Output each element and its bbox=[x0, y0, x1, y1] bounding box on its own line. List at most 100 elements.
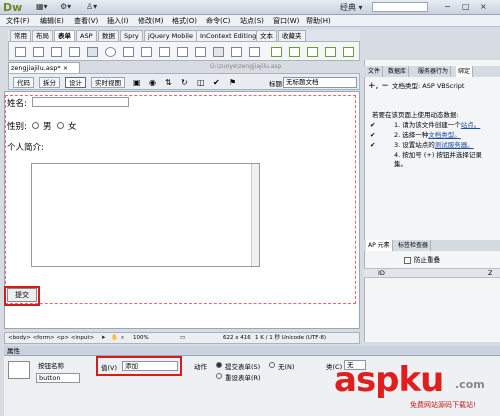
form-icon[interactable] bbox=[15, 47, 26, 57]
add-plus-icon[interactable]: +, − bbox=[368, 81, 389, 91]
spry-select-icon[interactable] bbox=[325, 47, 336, 57]
prevent-overlap-checkbox[interactable] bbox=[404, 257, 411, 264]
multiscreen-icon[interactable]: ▣ bbox=[133, 78, 141, 87]
menu-file[interactable]: 文件(F) bbox=[6, 16, 30, 26]
properties-header[interactable]: 属性 bbox=[4, 346, 500, 356]
tab-bindings[interactable]: 绑定 bbox=[456, 66, 474, 77]
value-input[interactable]: 添加 bbox=[122, 361, 178, 371]
button-name-input[interactable]: button bbox=[36, 373, 80, 383]
menu-format[interactable]: 格式(O) bbox=[172, 16, 197, 26]
refresh-icon[interactable]: ↻ bbox=[181, 78, 188, 87]
tab-databases[interactable]: 数据库 bbox=[386, 66, 410, 77]
document-tab[interactable]: zengjiajilu.asp* × bbox=[8, 62, 80, 73]
step-1-link[interactable]: 站点。 bbox=[461, 121, 481, 129]
action-reset-radio[interactable] bbox=[216, 373, 222, 379]
menu-help[interactable]: 帮助(H) bbox=[306, 16, 331, 26]
live-view-button[interactable]: 实时视图 bbox=[91, 77, 125, 88]
tab-layout[interactable]: 布局 bbox=[32, 30, 53, 41]
spry-validation-icon[interactable] bbox=[271, 47, 282, 57]
close-tab-icon[interactable]: × bbox=[63, 64, 68, 72]
design-view-button[interactable]: 设计 bbox=[65, 77, 86, 88]
panel-tabs: 文件 数据库 服务器行为 绑定 bbox=[364, 66, 500, 77]
file-field-icon[interactable] bbox=[195, 47, 206, 57]
action-submit-radio[interactable] bbox=[216, 362, 222, 368]
tab-spry[interactable]: Spry bbox=[120, 30, 143, 41]
jump-menu-icon[interactable] bbox=[159, 47, 170, 57]
ap-column-z[interactable]: Z bbox=[488, 269, 492, 278]
desktop-size-icon[interactable]: ▭ bbox=[180, 333, 185, 343]
intro-textarea[interactable] bbox=[31, 163, 260, 267]
checkbox-icon[interactable] bbox=[87, 47, 98, 57]
close-button[interactable]: × bbox=[480, 2, 487, 11]
tab-common[interactable]: 常用 bbox=[10, 30, 31, 41]
step-4-number: 4. bbox=[394, 151, 401, 159]
workspace-switcher[interactable]: 经典 ▾ bbox=[340, 2, 363, 13]
radio-icon[interactable] bbox=[105, 47, 116, 57]
site-icon[interactable]: ♙▾ bbox=[86, 2, 97, 11]
value-label: 值(V) bbox=[101, 364, 118, 372]
select-list-icon[interactable] bbox=[141, 47, 152, 57]
fieldset-icon[interactable] bbox=[249, 47, 260, 57]
tab-ap-elements[interactable]: AP 元素 bbox=[366, 240, 393, 251]
menu-window[interactable]: 窗口(W) bbox=[273, 16, 299, 26]
zoom-level[interactable]: 100% bbox=[133, 333, 149, 343]
text-field-icon[interactable] bbox=[33, 47, 44, 57]
file-management-icon[interactable]: ⇅ bbox=[165, 78, 172, 87]
textarea-scrollbar[interactable] bbox=[251, 164, 259, 266]
tab-jquery-mobile[interactable]: jQuery Mobile bbox=[144, 30, 197, 41]
split-view-button[interactable]: 拆分 bbox=[39, 77, 60, 88]
spry-textarea-icon[interactable] bbox=[289, 47, 300, 57]
maximize-button[interactable]: □ bbox=[462, 2, 470, 11]
tab-data[interactable]: 数据 bbox=[98, 30, 119, 41]
code-view-button[interactable]: 代码 bbox=[13, 77, 34, 88]
radio-group-icon[interactable] bbox=[123, 47, 134, 57]
tag-selector[interactable]: <body> <form> <p> <input> bbox=[8, 333, 94, 343]
name-input[interactable] bbox=[32, 97, 129, 107]
female-radio[interactable] bbox=[57, 122, 64, 129]
tab-incontext-editing[interactable]: InContext Editing bbox=[196, 30, 261, 41]
tab-forms[interactable]: 表单 bbox=[54, 30, 75, 41]
textarea-icon[interactable] bbox=[69, 47, 80, 57]
tab-text[interactable]: 文本 bbox=[256, 30, 277, 41]
menu-edit[interactable]: 编辑(E) bbox=[40, 16, 64, 26]
hand-tool-icon[interactable]: ✋ bbox=[111, 333, 118, 343]
check-page-icon[interactable]: ⚑ bbox=[229, 78, 236, 87]
preview-browser-icon[interactable]: ◉ bbox=[149, 78, 156, 87]
image-field-icon[interactable] bbox=[177, 47, 188, 57]
tab-favorites[interactable]: 收藏夹 bbox=[278, 30, 306, 41]
visual-aids-icon[interactable]: ◫ bbox=[197, 78, 205, 87]
tab-tag-inspector[interactable]: 标签检查器 bbox=[396, 240, 432, 251]
action-reset-label: 重设表单(R) bbox=[225, 374, 261, 382]
spry-password-icon[interactable] bbox=[343, 47, 354, 57]
submit-button[interactable]: 提交 bbox=[7, 288, 37, 302]
step-2-link[interactable]: 文档类型。 bbox=[428, 131, 461, 139]
tab-asp[interactable]: ASP bbox=[76, 30, 97, 41]
action-none-radio[interactable] bbox=[269, 362, 275, 368]
menu-site[interactable]: 站点(S) bbox=[240, 16, 264, 26]
menu-view[interactable]: 查看(V) bbox=[74, 16, 98, 26]
status-bar: <body> <form> <p> <input> ➤ ✋ ⌕ 100% ▭ 6… bbox=[4, 332, 360, 344]
document-title-input[interactable]: 无标题文档 bbox=[283, 77, 357, 88]
watermark-suffix: .com bbox=[455, 378, 485, 391]
window-size[interactable]: 622 x 416 bbox=[223, 333, 251, 343]
tab-files[interactable]: 文件 bbox=[366, 66, 384, 77]
hidden-field-icon[interactable] bbox=[51, 47, 62, 57]
extend-icon[interactable]: ⚙▾ bbox=[60, 2, 71, 11]
menu-insert[interactable]: 插入(I) bbox=[107, 16, 129, 26]
menu-modify[interactable]: 修改(M) bbox=[138, 16, 164, 26]
menu-bar: 文件(F) 编辑(E) 查看(V) 插入(I) 修改(M) 格式(O) 命令(C… bbox=[0, 15, 500, 27]
ap-column-id[interactable]: ID bbox=[378, 269, 385, 278]
select-tool-icon[interactable]: ➤ bbox=[101, 333, 106, 343]
zoom-tool-icon[interactable]: ⌕ bbox=[121, 333, 124, 343]
spry-checkbox-icon[interactable] bbox=[307, 47, 318, 57]
step-3-link[interactable]: 测试服务器。 bbox=[435, 141, 474, 149]
validate-icon[interactable]: ✔ bbox=[213, 78, 220, 87]
menu-commands[interactable]: 命令(C) bbox=[206, 16, 230, 26]
male-radio[interactable] bbox=[32, 122, 39, 129]
help-search-input[interactable] bbox=[372, 2, 428, 12]
label-icon[interactable] bbox=[231, 47, 242, 57]
minimize-button[interactable]: − bbox=[444, 2, 451, 11]
layout-icon[interactable]: ▦▾ bbox=[36, 2, 48, 11]
tab-server-behaviors[interactable]: 服务器行为 bbox=[416, 66, 452, 77]
button-icon[interactable] bbox=[213, 47, 224, 57]
